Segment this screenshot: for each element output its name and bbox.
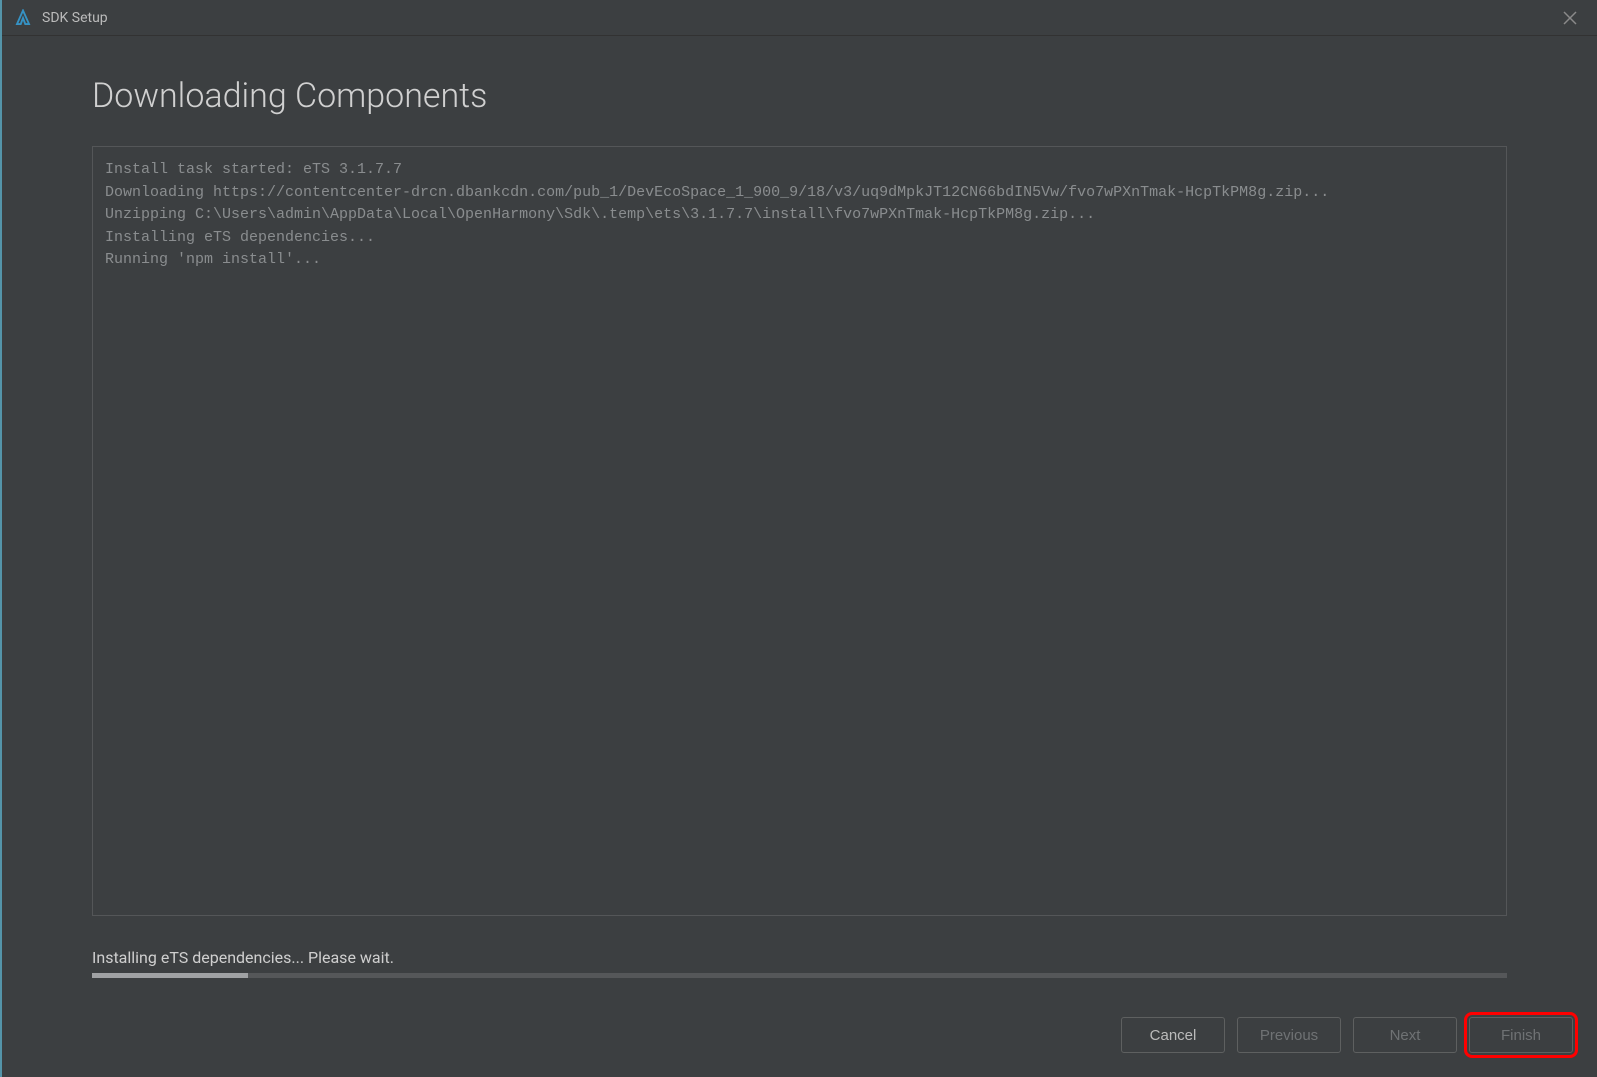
progress-fill — [92, 973, 248, 978]
next-button[interactable]: Next — [1353, 1017, 1457, 1053]
previous-button[interactable]: Previous — [1237, 1017, 1341, 1053]
page-heading: Downloading Components — [92, 76, 1507, 116]
status-area: Installing eTS dependencies... Please wa… — [2, 948, 1597, 978]
close-button[interactable] — [1555, 3, 1585, 33]
button-row: Cancel Previous Next Finish — [1121, 1017, 1573, 1053]
titlebar: SDK Setup — [2, 0, 1597, 36]
content-area: Downloading Components Install task star… — [2, 36, 1597, 936]
window-title: SDK Setup — [42, 10, 1555, 26]
app-icon — [14, 9, 32, 27]
close-icon — [1563, 11, 1577, 25]
log-panel[interactable]: Install task started: eTS 3.1.7.7 Downlo… — [92, 146, 1507, 916]
finish-button[interactable]: Finish — [1469, 1017, 1573, 1053]
status-text: Installing eTS dependencies... Please wa… — [92, 948, 1507, 967]
progress-bar — [92, 973, 1507, 978]
cancel-button[interactable]: Cancel — [1121, 1017, 1225, 1053]
